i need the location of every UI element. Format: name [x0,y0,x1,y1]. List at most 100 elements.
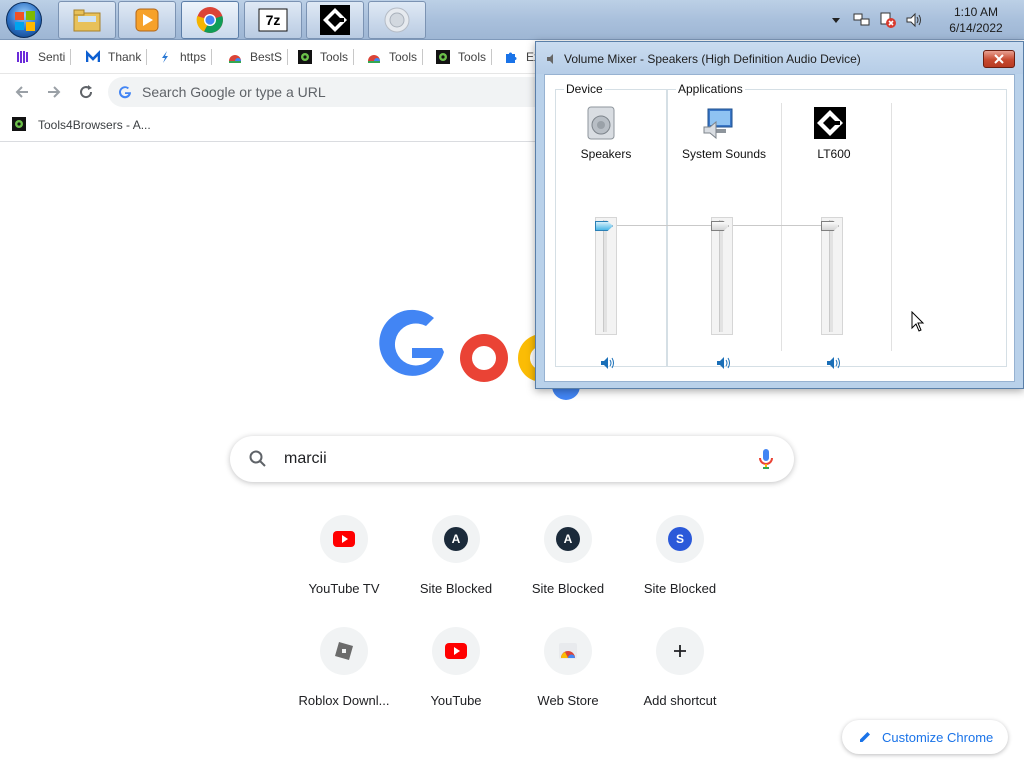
malwarebytes-icon [86,50,100,64]
system-sounds-volume-slider[interactable] [711,217,733,335]
channel-divider [891,103,892,351]
tab-bests[interactable]: BestS [228,48,289,66]
windows-logo-icon [15,11,35,31]
lt600-volume-slider[interactable] [821,217,843,335]
mouse-cursor-icon [911,311,925,332]
7zip-icon: 7z [258,8,288,32]
shortcut-icon-container [320,627,368,675]
shortcut-icon-container [656,627,704,675]
youtube-icon [333,531,355,547]
shortcut-icon-container [544,627,592,675]
arrow-right-icon [48,86,61,98]
tab-label: Tools [389,50,418,64]
taskbar-media-player-button[interactable] [118,1,176,39]
shortcut-add[interactable]: Add shortcut [624,627,736,739]
forward-button[interactable] [44,82,64,102]
speakers-mute-button[interactable] [599,355,615,371]
bookmark-tools4browsers[interactable]: Tools4Browsers - A... [12,117,151,133]
reload-icon [80,85,93,99]
customize-chrome-button[interactable]: Customize Chrome [842,720,1008,754]
tray-volume-button[interactable] [904,10,924,30]
taskbar-speaker-button[interactable] [368,1,426,39]
device-group-label: Device [564,82,605,96]
clock[interactable]: 1:10 AM 6/14/2022 [928,4,1024,36]
mixer-close-button[interactable] [983,50,1015,68]
tab-separator [287,49,289,65]
tab-https[interactable]: https [158,48,213,66]
lt600-mute-button[interactable] [825,355,841,371]
tab-thank[interactable]: Thank [86,48,148,66]
clock-time: 1:10 AM [953,5,999,19]
plus-icon [674,645,686,657]
taskbar-lt600-button[interactable] [306,1,364,39]
shortcut-youtube-tv[interactable]: YouTube TV [288,515,400,627]
mixer-title: Volume Mixer - Speakers (High Definition… [564,52,861,66]
shortcut-label: Site Blocked [531,581,605,596]
letter-avatar-icon: S [668,527,692,551]
shortcut-youtube[interactable]: YouTube [400,627,512,739]
tab-separator [353,49,355,65]
shortcut-label: Roblox Downl... [298,693,390,708]
start-button[interactable] [6,2,42,38]
speakers-device-icon [587,106,615,140]
desktop: 7z 1:10 AM 6/14/2022 Senti Thank https B… [0,0,1024,768]
triangle-down-icon [832,18,840,23]
speakers-volume-slider[interactable] [595,217,617,335]
system-sounds-mute-button[interactable] [715,355,731,371]
back-button[interactable] [12,82,32,102]
shortcut-label: Add shortcut [643,693,717,708]
shortcut-label: Site Blocked [419,581,493,596]
channel-name: Speakers [580,147,632,161]
shortcut-icon-container: S [656,515,704,563]
letter-avatar-icon: A [444,527,468,551]
youtube-icon [445,643,467,659]
mixer-titlebar[interactable]: Volume Mixer - Speakers (High Definition… [536,42,1023,74]
tab-senti[interactable]: Senti [16,48,72,66]
tab-tools-3[interactable]: Tools [436,48,493,66]
taskbar-chrome-button[interactable] [181,1,239,39]
tray-expand-button[interactable] [826,10,846,30]
microphone-icon[interactable] [758,448,774,470]
close-icon [994,54,1004,64]
webstore-icon [228,50,242,64]
pencil-icon [860,732,870,742]
tab-label: Tools [458,50,487,64]
search-query: marcii [284,450,327,467]
omnibox-placeholder: Search Google or type a URL [142,84,326,100]
folder-icon [73,9,101,32]
speaker-small-icon [547,54,553,64]
shortcut-web-store[interactable]: Web Store [512,627,624,739]
shortcut-roblox[interactable]: Roblox Downl... [288,627,400,739]
channel-name: LT600 [817,147,851,161]
google-search-box[interactable]: marcii [230,436,794,482]
shortcut-site-blocked-1[interactable]: A Site Blocked [400,515,512,627]
webstore-icon [559,643,577,659]
shortcut-site-blocked-2[interactable]: A Site Blocked [512,515,624,627]
gear-green-icon [12,117,28,133]
svg-text:7z: 7z [266,12,281,28]
mixer-client: Device Applications Speakers System Soun… [544,74,1015,382]
gear-green-icon [298,50,312,64]
shortcut-label: Web Store [537,693,599,708]
speaker-icon [384,7,410,33]
tab-tools-1[interactable]: Tools [298,48,355,66]
tab-tools-2[interactable]: Tools [367,48,424,66]
roblox-icon [335,642,353,660]
letter-avatar-icon: A [556,527,580,551]
shortcut-site-blocked-3[interactable]: S Site Blocked [624,515,736,627]
tray-network-button[interactable] [852,10,872,30]
tab-label: Tools [320,50,349,64]
applications-group-label: Applications [676,82,745,96]
tab-separator [211,49,213,65]
network-icon [853,13,870,26]
channel-name: System Sounds [681,147,767,161]
sentinel-icon [16,50,30,64]
taskbar-explorer-button[interactable] [58,1,116,39]
tab-separator [422,49,424,65]
reload-button[interactable] [76,82,96,102]
tray-action-center-button[interactable] [878,10,898,30]
taskbar-7zip-button[interactable]: 7z [244,1,302,39]
webstore-icon [367,50,381,64]
tab-label: https [180,50,207,64]
tab-label: BestS [250,50,283,64]
